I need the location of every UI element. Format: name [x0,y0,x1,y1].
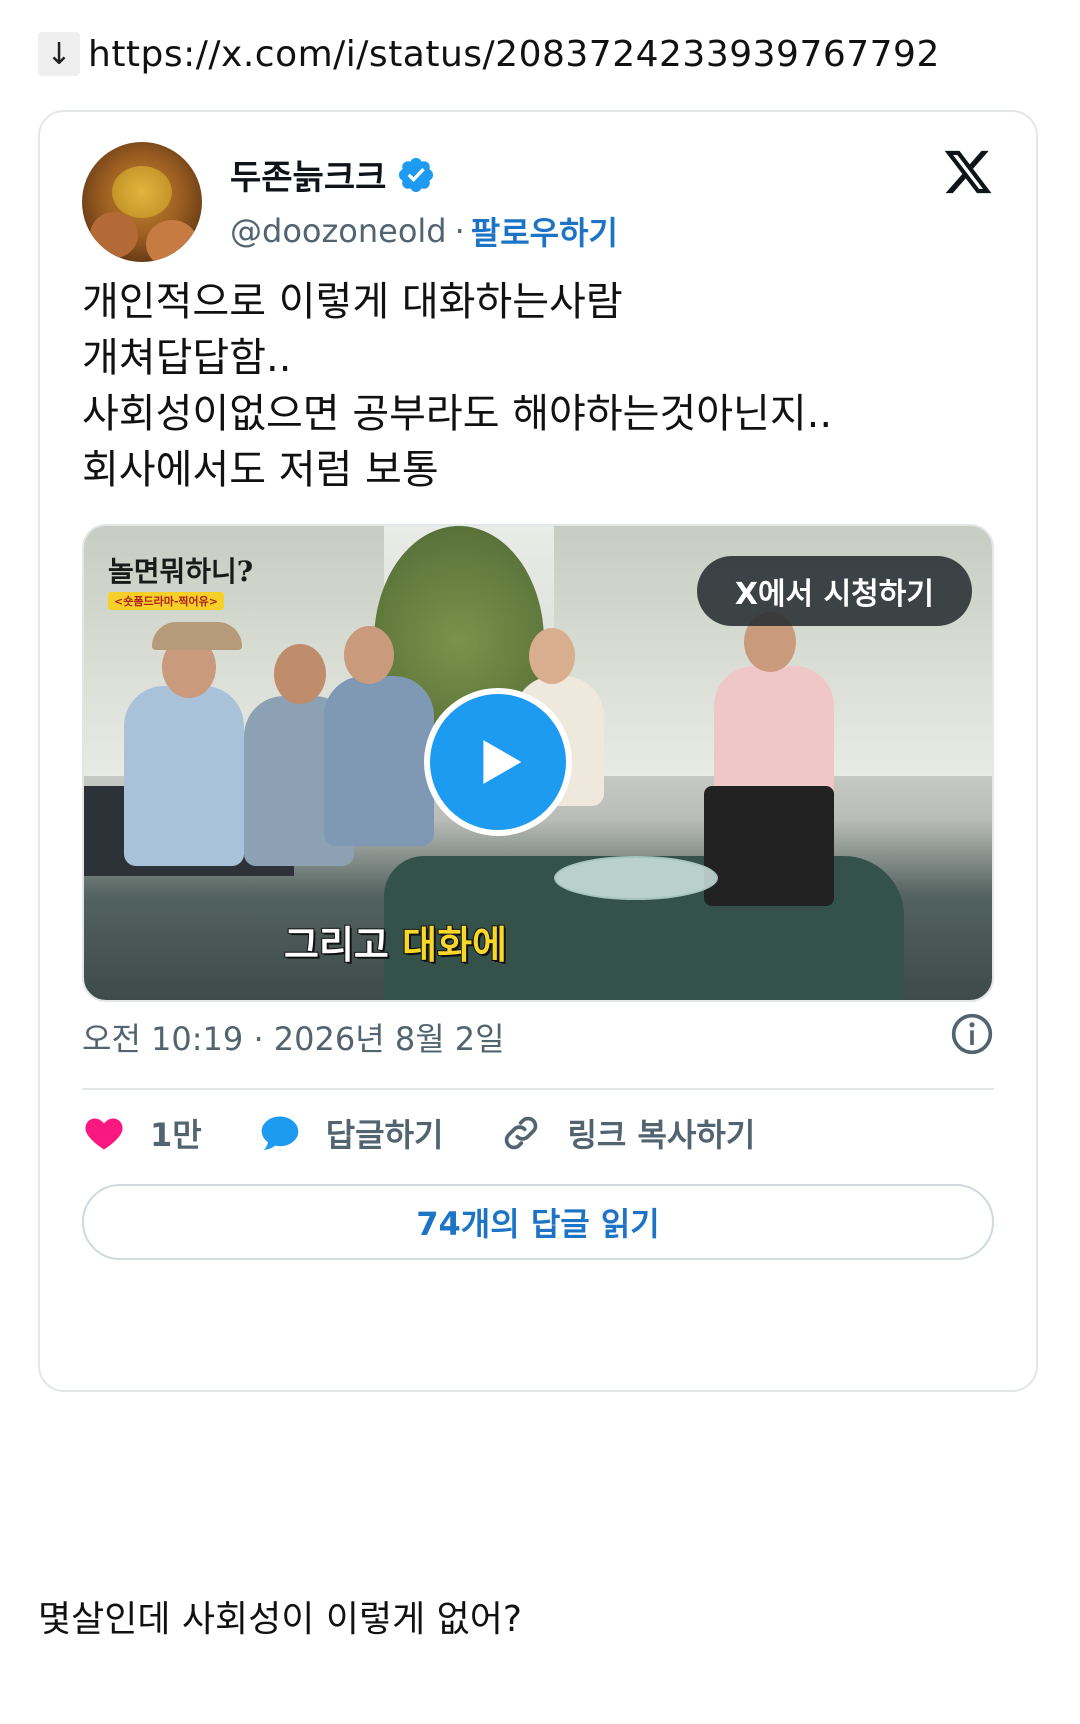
separator-dot: · [454,212,465,250]
down-arrow-icon: ↓ [38,32,80,76]
reply-label: 답글하기 [325,1116,444,1154]
copy-link-button[interactable]: 링크 복사하기 [499,1110,755,1156]
caption-yellow: 대화에 [401,922,508,968]
hat [152,622,242,650]
display-name[interactable]: 두존늙크크 [230,150,386,199]
divider [82,1088,994,1090]
person-head [529,628,575,684]
person-head [344,626,394,684]
show-subtitle: <숏폼드라마-찍어유> [108,592,224,610]
show-title: 놀면뭐하니? [108,555,254,588]
copy-link-label: 링크 복사하기 [567,1116,756,1154]
video-caption: 그리고 대화에 [283,914,508,969]
tweet-line: 개쳐답답함.. [82,335,292,381]
like-count: 1만 [150,1116,202,1154]
person-head [274,644,326,704]
like-button[interactable]: 1만 [82,1110,202,1156]
tweet-line: 사회성이없으면 공부라도 해야하는것아닌지.. [82,391,833,437]
person [714,666,834,806]
play-icon[interactable] [424,688,572,836]
heart-icon [85,1118,123,1150]
person-legs [704,786,834,906]
verified-badge-icon [399,157,434,192]
show-logo: 놀면뭐하니? <숏폼드라마-찍어유> [108,550,258,614]
person [124,686,244,866]
speech-bubble-icon [261,1116,299,1150]
action-bar: 1만 답글하기 링크 복사하기 [82,1106,811,1160]
avatar[interactable] [82,142,202,262]
link-row[interactable]: ↓ https://x.com/i/status/208372423393976… [38,30,940,78]
caption-white: 그리고 [283,922,390,968]
tweet-line: 개인적으로 이렇게 대화하는사람 [82,279,623,325]
tweet-embed-card[interactable]: 두존늙크크 @doozoneold · 팔로우하기 개인적으로 이렇게 대화하는… [38,110,1038,1392]
person [324,676,434,846]
x-logo-icon[interactable] [942,146,994,198]
tweet-text: 개인적으로 이렇게 대화하는사람 개쳐답답함.. 사회성이없으면 공부라도 해야… [82,274,982,498]
tweet-line: 회사에서도 저럼 보통 [82,447,439,493]
glass-table [554,856,718,900]
display-name-row[interactable]: 두존늙크크 [230,150,436,199]
info-icon[interactable] [950,1012,994,1056]
reply-button[interactable]: 답글하기 [258,1110,444,1156]
post-caption: 몇살인데 사회성이 이렇게 없어? [38,1599,522,1640]
timestamp[interactable]: 오전 10:19 · 2026년 8월 2일 [82,1014,505,1060]
watch-on-x-button[interactable]: X에서 시청하기 [696,556,972,626]
read-replies-button[interactable]: 74개의 답글 읽기 [82,1184,994,1260]
play-triangle-icon [483,740,522,784]
link-icon [505,1116,538,1150]
handle[interactable]: @doozoneold [230,212,447,250]
follow-link[interactable]: 팔로우하기 [471,208,618,254]
handle-row: @doozoneold · 팔로우하기 [230,208,618,254]
video-thumbnail[interactable]: 놀면뭐하니? <숏폼드라마-찍어유> X에서 시청하기 그리고 대화에 [82,524,994,1002]
status-url[interactable]: https://x.com/i/status/20837242339397677… [88,34,940,75]
